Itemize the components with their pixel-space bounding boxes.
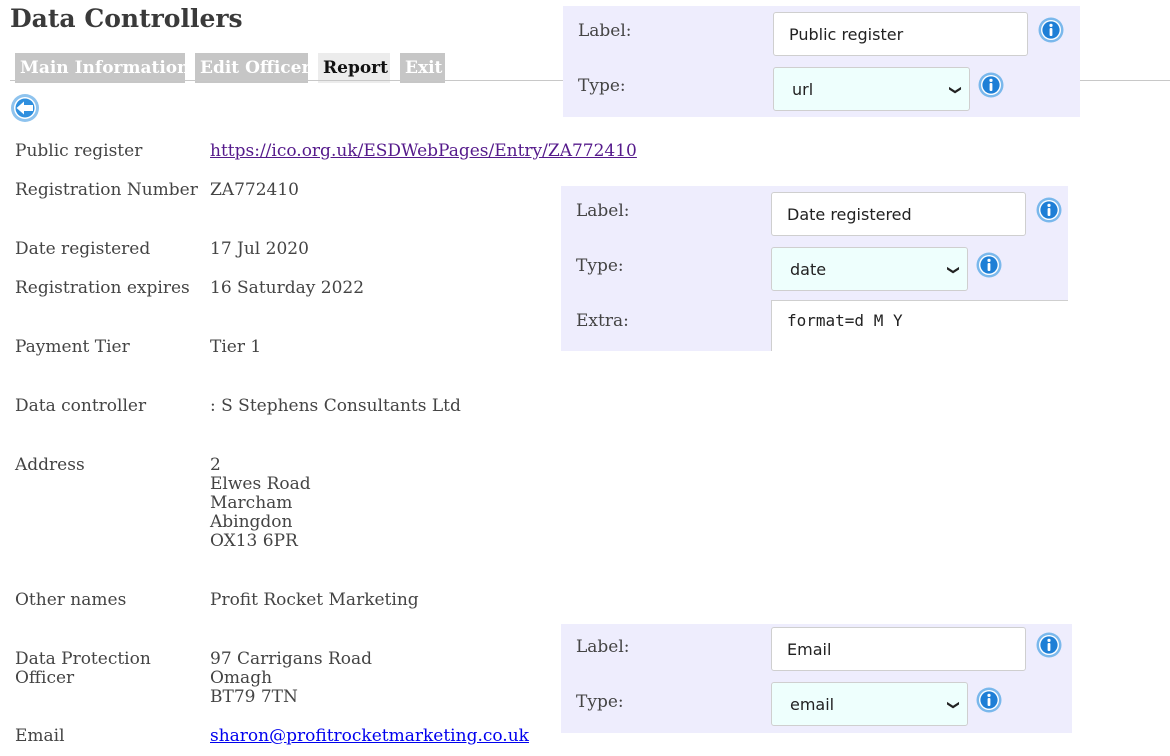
info-icon[interactable] (1036, 632, 1062, 658)
type-select-value: email (790, 695, 835, 714)
chevron-down-icon: ❯ (946, 699, 961, 711)
back-arrow-icon[interactable] (10, 93, 40, 123)
chevron-down-icon: ❯ (948, 84, 963, 96)
dpo-address-line: 97 Carrigans Road (210, 649, 373, 669)
edit-panel-public-register: Label: Public register Type: url ❯ (563, 6, 1080, 117)
label-input[interactable]: Date registered (771, 192, 1026, 236)
tab-main-information[interactable]: Main Information (15, 53, 190, 83)
address-line: Elwes Road (210, 474, 311, 494)
other-names-value: Profit Rocket Marketing (210, 590, 419, 610)
label-caption: Label: (576, 201, 630, 221)
address-line: 2 (210, 455, 221, 475)
payment-tier-label: Payment Tier (15, 337, 130, 357)
public-register-link[interactable]: https://ico.org.uk/ESDWebPages/Entry/ZA7… (210, 142, 637, 161)
date-registered-label: Date registered (15, 239, 151, 259)
data-controller-label: Data controller (15, 396, 147, 416)
registration-expires-label: Registration expires (15, 278, 190, 298)
edit-panel-email: Label: Email Type: email ❯ (561, 624, 1072, 733)
info-icon[interactable] (1036, 197, 1062, 223)
page-title: Data Controllers (10, 4, 243, 33)
payment-tier-value: Tier 1 (210, 337, 262, 357)
email-label: Email (15, 726, 65, 746)
type-caption: Type: (578, 76, 626, 96)
edit-panel-date-registered: Label: Date registered Type: date ❯ Extr… (561, 186, 1068, 351)
address-label: Address (15, 455, 85, 475)
type-select[interactable]: date ❯ (771, 247, 968, 291)
address-line: Abingdon (210, 512, 293, 532)
info-icon[interactable] (976, 687, 1002, 713)
extra-textarea[interactable]: format=d M Y (771, 300, 1068, 351)
type-select[interactable]: email ❯ (771, 682, 968, 726)
tab-report[interactable]: Report (318, 53, 390, 83)
info-icon[interactable] (978, 72, 1004, 98)
dpo-address-line: BT79 7TN (210, 687, 298, 707)
info-icon[interactable] (1038, 17, 1064, 43)
registration-number-label: Registration Number (15, 180, 198, 200)
label-caption: Label: (576, 637, 630, 657)
type-select-value: date (790, 260, 827, 279)
registration-number-value: ZA772410 (210, 180, 299, 200)
email-link[interactable]: sharon@profitrocketmarketing.co.uk (210, 727, 529, 746)
address-line: Marcham (210, 493, 293, 513)
date-registered-value: 17 Jul 2020 (210, 239, 309, 259)
label-input[interactable]: Email (771, 627, 1026, 671)
dpo-address-line: Omagh (210, 668, 273, 688)
type-select[interactable]: url ❯ (773, 67, 970, 111)
tab-exit[interactable]: Exit (400, 53, 445, 83)
label-caption: Label: (578, 21, 632, 41)
dpo-label: Officer (15, 668, 75, 688)
other-names-label: Other names (15, 590, 127, 610)
type-caption: Type: (576, 256, 624, 276)
public-register-label: Public register (15, 141, 143, 161)
info-icon[interactable] (976, 252, 1002, 278)
dpo-label: Data Protection (15, 649, 151, 669)
extra-caption: Extra: (576, 311, 629, 331)
registration-expires-value: 16 Saturday 2022 (210, 278, 365, 298)
type-caption: Type: (576, 692, 624, 712)
chevron-down-icon: ❯ (946, 264, 961, 276)
data-controller-value: : S Stephens Consultants Ltd (210, 396, 461, 416)
type-select-value: url (792, 80, 814, 99)
label-input[interactable]: Public register (773, 12, 1028, 56)
tab-edit-officer[interactable]: Edit Officer (195, 53, 310, 83)
address-line: OX13 6PR (210, 531, 298, 551)
